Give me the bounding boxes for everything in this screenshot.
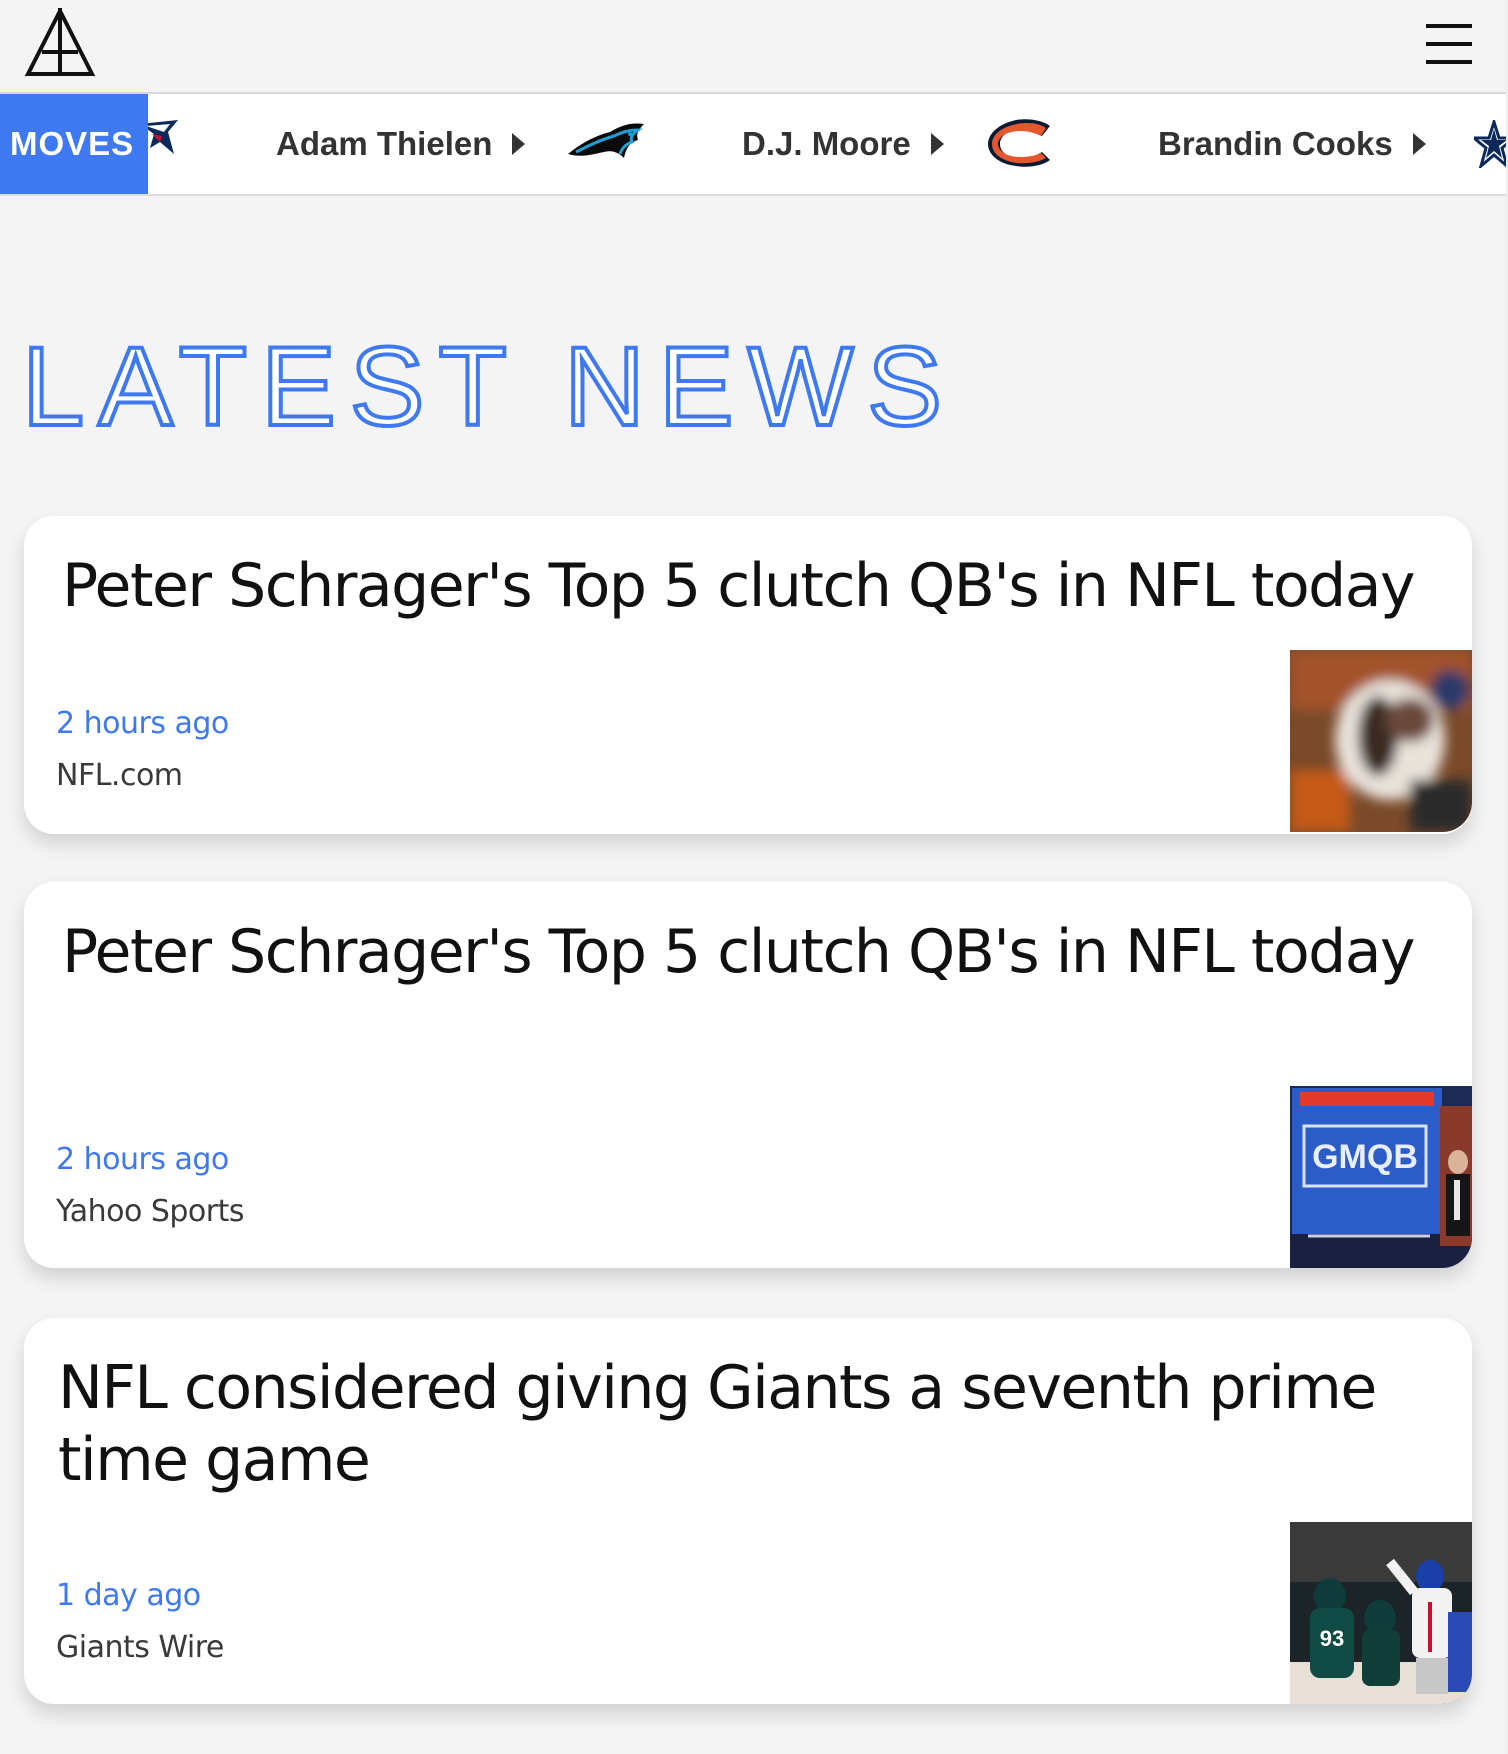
caret-right-icon [1412,133,1426,155]
news-source: NFL.com [56,758,183,793]
svg-text:GMQB: GMQB [1312,1138,1418,1176]
news-source: Giants Wire [56,1630,224,1665]
top-header [0,0,1506,94]
news-card[interactable]: NFL considered giving Giants a seventh p… [24,1318,1472,1704]
hamburger-menu-icon[interactable] [1420,18,1480,70]
eagles-giants-game-thumbnail[interactable]: 93 [1290,1522,1472,1704]
news-card[interactable]: Peter Schrager's Top 5 clutch QB's in NF… [24,882,1472,1268]
news-card[interactable]: Peter Schrager's Top 5 clutch QB's in NF… [24,516,1472,834]
panthers-logo-icon [568,123,644,158]
move-player-name: Adam Thielen [276,125,493,162]
moves-ticker[interactable]: MOVES Adam Thielen D.J. Moore Brandin Co… [0,94,1506,196]
svg-text:93: 93 [1320,1626,1344,1651]
news-title[interactable]: NFL considered giving Giants a seventh p… [58,1352,1438,1496]
news-time: 2 hours ago [56,706,229,741]
move-player-name: D.J. Moore [742,125,911,162]
page: MOVES Adam Thielen D.J. Moore Brandin Co… [0,0,1508,1754]
news-title[interactable]: Peter Schrager's Top 5 clutch QB's in NF… [62,916,1438,988]
news-source: Yahoo Sports [56,1194,245,1229]
caret-right-icon [512,133,526,155]
section-title: LATEST NEWS [20,322,957,451]
caret-right-icon [930,133,944,155]
bears-logo-icon [988,119,1050,167]
gmqb-studio-thumbnail[interactable]: GMQB [1290,1086,1472,1268]
news-title[interactable]: Peter Schrager's Top 5 clutch QB's in NF… [62,550,1438,622]
move-item-adam-thielen[interactable]: Adam Thielen [276,94,526,194]
move-item-brandin-cooks[interactable]: Brandin Cooks [1158,94,1426,194]
moves-badge: MOVES [0,94,148,194]
news-time: 2 hours ago [56,1142,229,1177]
news-time: 1 day ago [56,1578,201,1613]
move-player-name: Brandin Cooks [1158,125,1393,162]
a-frame-logo-icon[interactable] [24,6,96,78]
qb-action-thumbnail[interactable] [1290,650,1472,832]
cowboys-logo-icon [1474,120,1506,168]
move-item-dj-moore[interactable]: D.J. Moore [742,94,944,194]
